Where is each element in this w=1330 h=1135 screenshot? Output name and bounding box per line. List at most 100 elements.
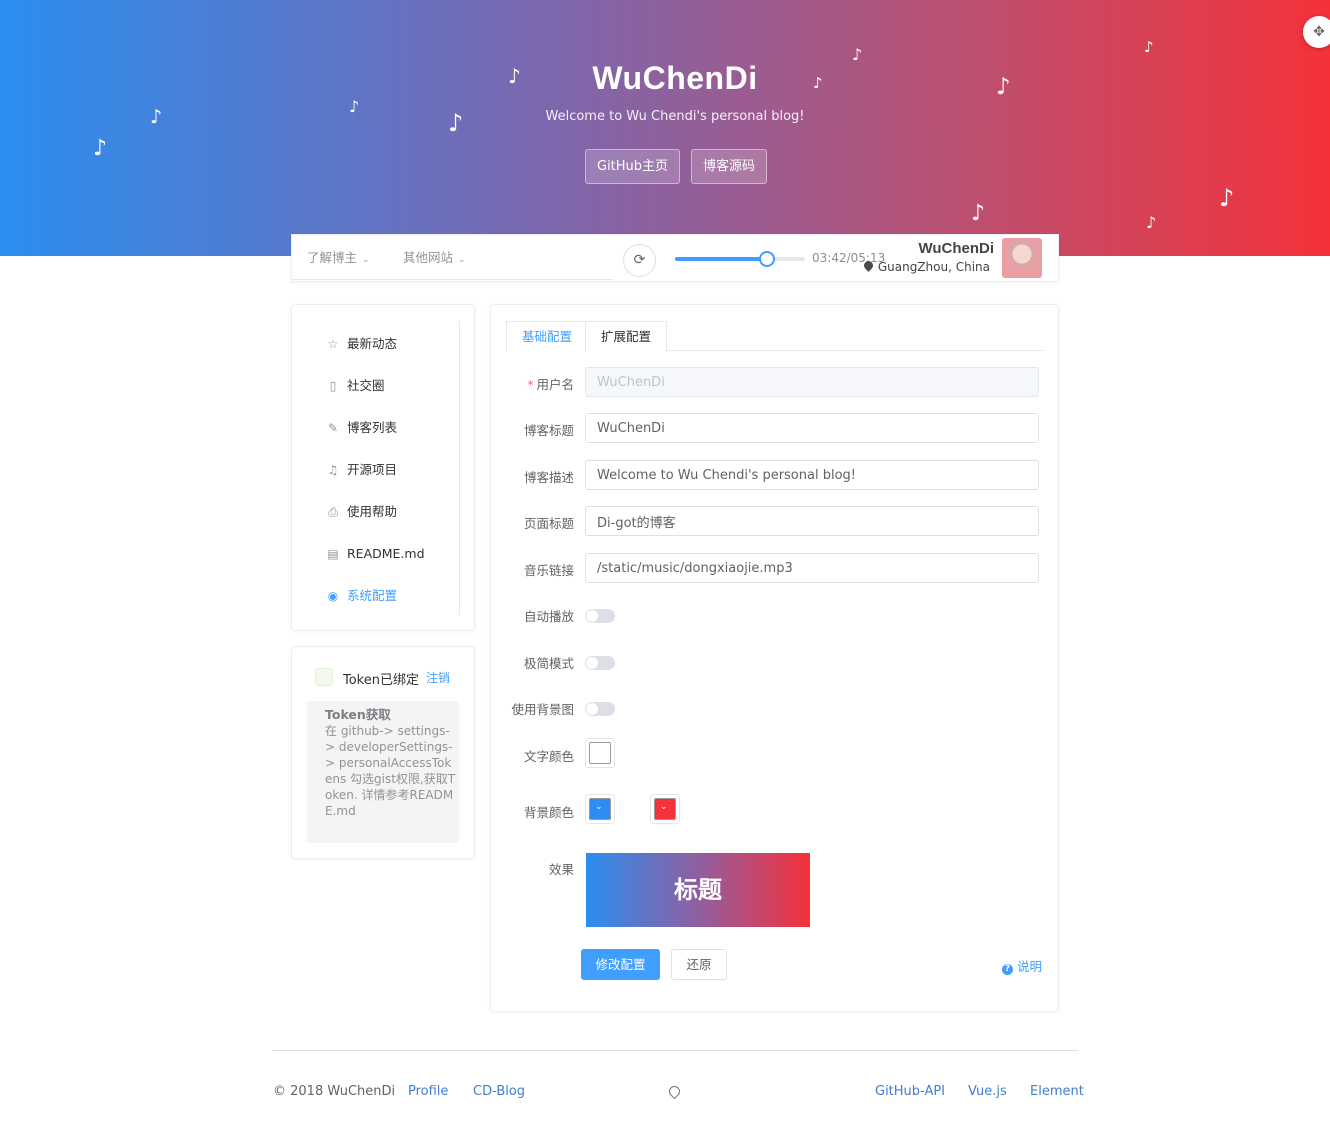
text-color-swatch	[589, 742, 611, 764]
footer-link-element[interactable]: Element	[1030, 1084, 1084, 1099]
footer-divider	[272, 1050, 1078, 1051]
minimal-mode-switch[interactable]	[585, 656, 615, 670]
avatar[interactable]	[1002, 238, 1042, 278]
sidebar-item-latest[interactable]: ☆ 最新动态	[308, 323, 458, 365]
nav-other-label: 其他网站	[403, 250, 454, 265]
config-tabs: 基础配置 扩展配置	[506, 321, 1044, 352]
navbar-user-name: WuChenDi	[918, 240, 994, 257]
location-icon	[666, 1083, 683, 1100]
music-note-icon: ♪	[1146, 213, 1157, 232]
music-note-icon: ♪	[93, 136, 108, 161]
header-banner: ♪ ♪ ♪ ♪ ♪ ♪ ♪ ♪ ♪ ♪ ♪ ♪ WuChenDi Welcome…	[0, 0, 1330, 256]
page-title-field[interactable]	[585, 506, 1039, 536]
footer-link-cd-blog[interactable]: CD-Blog	[473, 1084, 525, 1099]
sidebar-item-label: 最新动态	[347, 336, 398, 351]
mobile-icon: ▯	[329, 379, 337, 393]
blog-title-label: 博客标题	[523, 423, 574, 438]
autoplay-label: 自动播放	[523, 609, 574, 624]
question-icon: ?	[1001, 964, 1013, 975]
preview-box: 标题	[586, 853, 810, 927]
token-help-body: 在 github-> settings-> developerSettings-…	[325, 724, 456, 818]
help-link-label: 说明	[1016, 959, 1042, 974]
token-help-box: Token获取 在 github-> settings-> developerS…	[307, 701, 459, 843]
preview-label: 效果	[548, 862, 574, 877]
required-mark: *	[527, 377, 534, 392]
location-text: GuangZhou, China	[877, 260, 990, 274]
bg-color-label: 背景颜色	[523, 805, 574, 820]
autoplay-switch[interactable]	[585, 609, 615, 623]
footer-copyright: © 2018 WuChenDi	[273, 1084, 396, 1099]
site-subtitle: Welcome to Wu Chendi's personal blog!	[545, 109, 805, 124]
sidebar-item-readme[interactable]: ▤ README.md	[308, 533, 458, 575]
sidebar-item-settings[interactable]: ◉ 系统配置	[308, 575, 458, 617]
bg-color-end-picker[interactable]: ⌄	[650, 794, 680, 824]
github-home-button[interactable]: GitHub主页	[585, 149, 681, 184]
text-color-label: 文字颜色	[523, 749, 574, 764]
footer-link-vuejs[interactable]: Vue.js	[968, 1084, 1007, 1099]
sidebar-card: ☆ 最新动态 ▯ 社交圈 ✎ 博客列表 ♫ 开源项目 ⎙ 使用帮助 ▤ README.md …	[291, 304, 475, 631]
blog-desc-field[interactable]	[585, 460, 1039, 490]
config-card: 基础配置 扩展配置 *用户名 博客标题 博客描述 页面标题 音乐链接 自动播放 …	[490, 304, 1059, 1012]
music-progress-fill	[675, 257, 768, 261]
token-status-tag	[315, 668, 333, 686]
nav-menu: 了解博主 ⌄ 其他网站 ⌄	[292, 235, 613, 280]
tab-extended-config[interactable]: 扩展配置	[585, 321, 668, 352]
reset-button[interactable]: 还原	[671, 949, 727, 980]
username-field[interactable]	[585, 367, 1039, 397]
music-url-field[interactable]	[585, 553, 1039, 583]
bg-image-switch[interactable]	[585, 702, 615, 716]
token-help-title: Token获取	[325, 707, 391, 722]
top-navbar: 了解博主 ⌄ 其他网站 ⌄ ⟳ 03:42/05:13 WuChenDi Guang…	[291, 234, 1059, 282]
sidebar-item-social[interactable]: ▯ 社交圈	[308, 365, 458, 407]
chevron-down-icon: ⌄	[595, 802, 603, 812]
refresh-icon[interactable]: ⟳	[623, 244, 656, 277]
bg-image-label: 使用背景图	[511, 702, 574, 717]
edit-icon: ✎	[327, 421, 339, 435]
blog-title-field[interactable]	[585, 413, 1039, 443]
sidebar-item-label: 使用帮助	[347, 504, 398, 519]
bg-color-start-picker[interactable]: ⌄	[585, 794, 615, 824]
sidebar-item-blog-list[interactable]: ✎ 博客列表	[308, 407, 458, 449]
bg-color-start-swatch: ⌄	[589, 798, 611, 820]
token-card: Token已绑定 注销 Token获取 在 github-> settings-…	[291, 646, 475, 859]
printer-icon: ⎙	[328, 505, 338, 519]
nav-other-sites[interactable]: 其他网站 ⌄	[403, 235, 466, 280]
location-pin-icon	[861, 259, 875, 272]
sidebar-item-help[interactable]: ⎙ 使用帮助	[308, 491, 458, 533]
token-logout-link[interactable]: 注销	[426, 669, 450, 686]
music-url-label: 音乐链接	[523, 563, 574, 578]
token-status-label: Token已绑定	[343, 673, 419, 688]
text-color-picker[interactable]	[585, 738, 615, 768]
nav-about-blogger[interactable]: 了解博主 ⌄	[307, 235, 370, 280]
nav-about-label: 了解博主	[307, 250, 358, 265]
bg-color-end-swatch: ⌄	[654, 798, 676, 820]
save-config-button[interactable]: 修改配置	[581, 949, 660, 980]
document-icon: ▤	[327, 547, 339, 561]
sidebar-item-projects[interactable]: ♫ 开源项目	[308, 449, 458, 491]
help-link[interactable]: ? 说明	[1001, 956, 1042, 975]
username-label-text: 用户名	[536, 377, 574, 392]
page-title-label: 页面标题	[523, 516, 574, 531]
navbar-user-location: GuangZhou, China	[861, 259, 990, 274]
sidebar-item-label: 社交圈	[347, 378, 385, 393]
headset-icon: ♫	[327, 463, 339, 477]
music-note-icon: ♪	[971, 201, 986, 226]
chevron-down-icon: ⌄	[660, 802, 668, 812]
username-label: * 用户名	[527, 374, 574, 393]
music-note-icon: ♪	[1219, 184, 1235, 212]
music-progress-thumb[interactable]	[759, 251, 776, 267]
tab-basic-config[interactable]: 基础配置	[506, 321, 589, 352]
music-progress-slider[interactable]	[675, 251, 805, 267]
minimal-mode-label: 极简模式	[523, 656, 574, 671]
footer-link-profile[interactable]: Profile	[408, 1084, 448, 1099]
blog-desc-label: 博客描述	[523, 470, 574, 485]
star-icon: ☆	[327, 337, 339, 351]
sidebar-menu: ☆ 最新动态 ▯ 社交圈 ✎ 博客列表 ♫ 开源项目 ⎙ 使用帮助 ▤ README.md …	[308, 321, 460, 615]
sidebar-item-label: 开源项目	[347, 462, 398, 477]
sidebar-item-label: README.md	[347, 546, 425, 561]
move-icon[interactable]: ✥	[1303, 16, 1330, 48]
site-title: WuChenDi	[592, 60, 758, 96]
chevron-down-icon: ⌄	[458, 255, 466, 265]
blog-source-button[interactable]: 博客源码	[691, 149, 768, 184]
footer-link-github-api[interactable]: GitHub-API	[875, 1084, 945, 1099]
